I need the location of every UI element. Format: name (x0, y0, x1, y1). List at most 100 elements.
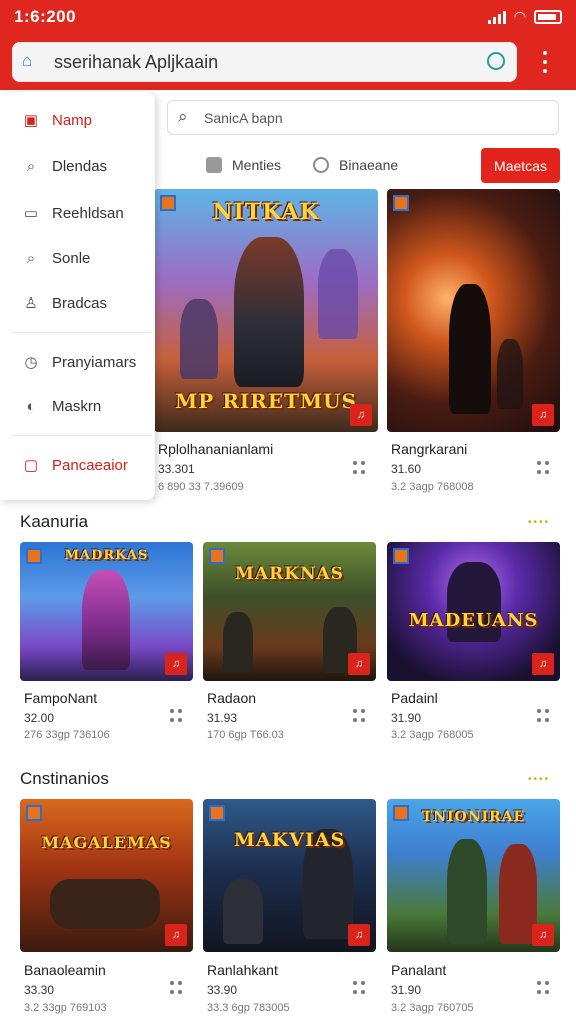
game-cover[interactable]: TNIONIRAE ♫ (387, 799, 560, 952)
primary-action-button[interactable]: Maetcas (481, 148, 560, 183)
drawer-item-maskrn[interactable]: ◐ Maskrn (0, 386, 155, 426)
game-card[interactable]: MAKVIAS ♫ Ranlahkant 33.90 33.3 6gp 7830… (203, 799, 376, 1019)
drawer-item-pranyiamars[interactable]: ◷ Pranyiamars (0, 342, 155, 382)
game-card[interactable]: NITKAK MP RIRETMUS ♫ Rplolhananianlami 3… (154, 189, 378, 501)
publisher-badge-icon (209, 805, 225, 821)
filter-chip-menties[interactable]: Menties (206, 150, 281, 180)
drawer-item-namp[interactable]: ▣ Namp (0, 100, 155, 140)
lens-icon[interactable] (487, 52, 505, 70)
drawer-item-sonle[interactable]: ⌕ Sonle (0, 238, 155, 278)
brand-logo-icon: ♫ (165, 924, 187, 946)
game-name[interactable]: Radaon (207, 690, 256, 706)
game-cover[interactable]: MAGALEMAS ♫ (20, 799, 193, 952)
drawer-item-reehldsan[interactable]: ▭ Reehldsan (0, 193, 155, 233)
cover-title: MARKNAS (235, 564, 344, 584)
game-meta: 276 33gp 736106 (24, 729, 110, 741)
drawer-item-dlendas[interactable]: ⌕ Dlendas (0, 146, 155, 186)
chip-label: Menties (232, 157, 282, 173)
brand-logo-icon: ♫ (532, 924, 554, 946)
see-all-link[interactable]: •••• (528, 774, 550, 785)
home-icon[interactable]: ⌂ (22, 51, 44, 73)
app-header: 1:6:200 ◠ ⌂ sserihanak Apljkaain (0, 0, 576, 90)
section-title: Cnstinanios (20, 769, 109, 788)
cover-subtitle: MP RIRETMUS (175, 389, 357, 413)
drawer-item-label: Dlendas (52, 157, 108, 175)
drawer-item-label: Reehldsan (52, 204, 124, 222)
more-options-icon[interactable] (537, 709, 551, 723)
address-bar[interactable]: ⌂ sserihanak Apljkaain (12, 42, 517, 82)
square-icon (206, 157, 222, 173)
game-meta: 3.2 33gp 769103 (24, 1002, 107, 1014)
game-cover[interactable]: MADRKAS ♫ (20, 542, 193, 681)
game-card[interactable]: MARKNAS ♫ Radaon 31.93 170 6gp T66.03 (203, 542, 376, 747)
cover-title: MADRKAS (64, 548, 149, 563)
filter-chip-binaeane[interactable]: Binaeane (313, 150, 398, 180)
search-icon: ⌕ (178, 107, 188, 126)
drawer-item-bradcas[interactable]: ♙ Bradcas (0, 283, 155, 323)
game-card[interactable]: ♫ Rangrkarani 31.60 3.2 3agp 768008 (387, 189, 560, 501)
game-name[interactable]: FampoNant (24, 690, 97, 706)
more-options-icon[interactable] (170, 709, 184, 723)
see-all-link[interactable]: •••• (528, 517, 550, 528)
game-meta: 3.2 3agp 760705 (391, 1002, 474, 1014)
drawer-item-label: Maskrn (52, 397, 102, 415)
more-options-icon[interactable] (353, 461, 367, 475)
drawer-item-label: Pranyiamars (52, 353, 137, 371)
cover-title: NITKAK (212, 199, 320, 225)
game-card[interactable]: MADRKAS ♫ FampoNant 32.00 276 33gp 73610… (20, 542, 193, 747)
overflow-menu-icon[interactable] (537, 48, 553, 76)
brand-logo-icon: ♫ (532, 404, 554, 426)
list-icon: ▣ (23, 112, 39, 129)
drawer-item-pancaeaior[interactable]: ▢ Pancaeaior (0, 445, 155, 485)
game-name[interactable]: Banaoleamin (24, 962, 106, 978)
publisher-badge-icon (393, 805, 409, 821)
game-price: 31.90 (391, 711, 422, 725)
game-card[interactable]: TNIONIRAE ♫ Panalant 31.90 3.2 3agp 7607… (387, 799, 560, 1019)
drawer-item-label: Namp (52, 111, 93, 129)
cover-title: TNIONIRAE (421, 809, 526, 825)
address-text[interactable]: sserihanak Apljkaain (54, 52, 218, 73)
game-name[interactable]: Rplolhananianlami (158, 441, 273, 457)
game-meta: 6 890 33 7.39609 (158, 481, 244, 493)
game-name[interactable]: Panalant (391, 962, 446, 978)
more-options-icon[interactable] (537, 981, 551, 995)
search-input[interactable]: ⌕ SanicA bapn (167, 100, 559, 135)
game-name[interactable]: Rangrkarani (391, 441, 467, 457)
game-cover[interactable]: MARKNAS ♫ (203, 542, 376, 681)
more-options-icon[interactable] (353, 709, 367, 723)
window-icon: ▭ (23, 205, 39, 222)
game-card[interactable]: MAGALEMAS ♫ Banaoleamin 33.30 3.2 33gp 7… (20, 799, 193, 1019)
battery-icon (534, 9, 562, 24)
publisher-badge-icon (26, 805, 42, 821)
search-icon: ⌕ (26, 249, 36, 267)
game-cover[interactable]: MAKVIAS ♫ (203, 799, 376, 952)
game-cover[interactable]: NITKAK MP RIRETMUS ♫ (154, 189, 378, 432)
cover-title: MAGALEMAS (41, 833, 172, 852)
game-meta: 3.2 3agp 768008 (391, 481, 474, 493)
drawer-item-label: Sonle (52, 249, 91, 267)
more-options-icon[interactable] (537, 461, 551, 475)
drawer-item-label: Bradcas (52, 294, 108, 312)
circle-icon (313, 157, 329, 173)
user-icon: ♙ (24, 295, 38, 312)
more-options-icon[interactable] (170, 981, 184, 995)
publisher-badge-icon (209, 548, 225, 564)
cover-title: MADEUANS (408, 610, 539, 631)
clock-icon: ◷ (24, 354, 38, 371)
status-bar: 1:6:200 ◠ (0, 0, 576, 32)
game-name[interactable]: Padainl (391, 690, 438, 706)
game-cover[interactable]: MADEUANS ♫ (387, 542, 560, 681)
drawer-divider (12, 435, 152, 436)
brand-logo-icon: ♫ (348, 924, 370, 946)
brand-logo-icon: ♫ (165, 653, 187, 675)
game-card[interactable]: MADEUANS ♫ Padainl 31.90 3.2 3agp 768005 (387, 542, 560, 747)
search-placeholder: SanicA bapn (204, 110, 283, 126)
game-name[interactable]: Ranlahkant (207, 962, 278, 978)
more-options-icon[interactable] (353, 981, 367, 995)
signal-icon (487, 10, 506, 24)
section-title: Kaanuria (20, 512, 89, 531)
game-price: 33.90 (207, 983, 238, 997)
game-cover[interactable]: ♫ (387, 189, 560, 432)
game-price: 33.301 (158, 462, 195, 476)
chip-label: Binaeane (339, 157, 399, 173)
